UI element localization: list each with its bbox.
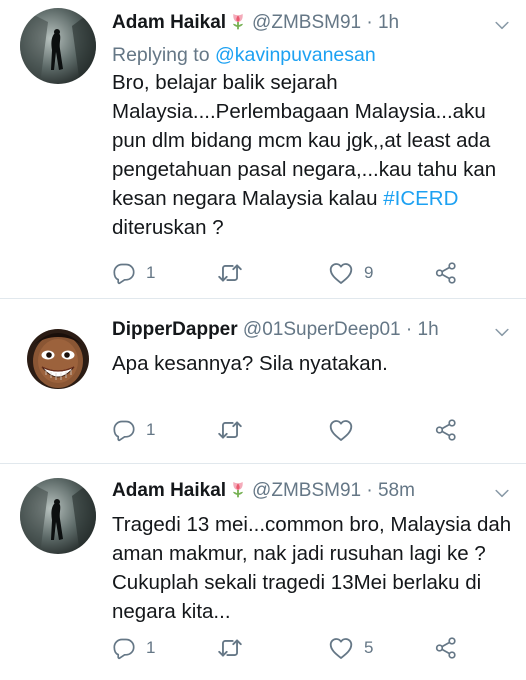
chevron-down-icon[interactable] — [492, 322, 512, 342]
timestamp[interactable]: 58m — [378, 480, 415, 501]
reply-icon — [112, 261, 136, 285]
retweet-button[interactable] — [217, 633, 253, 663]
reply-icon — [112, 418, 136, 442]
retweet-icon — [217, 260, 243, 286]
share-icon — [434, 418, 458, 442]
like-count: 5 — [364, 638, 374, 657]
user-handle[interactable]: @ZMBSM91 — [252, 480, 361, 501]
tweet-text-tail: diteruskan ? — [112, 216, 224, 239]
reply-button[interactable]: 1 — [112, 633, 155, 663]
share-icon — [434, 636, 458, 660]
share-icon — [434, 261, 458, 285]
display-name[interactable]: DipperDapper — [112, 319, 238, 340]
separator-dot: · — [366, 480, 373, 501]
heart-icon — [328, 635, 354, 661]
tweet-header: DipperDapper @01SuperDeep01 · 1h — [112, 318, 512, 348]
like-button[interactable]: 5 — [328, 633, 373, 663]
reply-count: 1 — [146, 263, 156, 282]
display-name[interactable]: Adam Haikal — [112, 12, 226, 33]
reply-button[interactable]: 1 — [112, 415, 155, 445]
tweet-3[interactable]: Adam Haikal @ZMBSM91 · 58m Tragedi 13 mei… — [0, 464, 526, 680]
like-button[interactable]: 9 — [328, 258, 373, 288]
display-name[interactable]: Adam Haikal — [112, 480, 226, 501]
timestamp[interactable]: 1h — [418, 319, 439, 340]
hashtag-link[interactable]: #ICERD — [383, 187, 458, 210]
tweet-header: Adam Haikal @ZMBSM91 · 58m — [112, 479, 512, 509]
retweet-icon — [217, 635, 243, 661]
heart-icon — [328, 260, 354, 286]
reply-count: 1 — [146, 420, 156, 439]
like-count: 9 — [364, 263, 374, 282]
tweet-actions: 1 5 — [112, 633, 512, 663]
replying-to-label: Replying to — [112, 44, 210, 66]
retweet-button[interactable] — [217, 258, 253, 288]
share-button[interactable] — [434, 633, 458, 663]
reply-button[interactable]: 1 — [112, 258, 155, 288]
user-handle[interactable]: @01SuperDeep01 — [243, 319, 401, 340]
heart-icon — [328, 417, 354, 443]
reply-icon — [112, 636, 136, 660]
tweet-header: Adam Haikal @ZMBSM91 · 1h — [112, 11, 512, 41]
retweet-button[interactable] — [217, 415, 253, 445]
tweet-2[interactable]: DipperDapper @01SuperDeep01 · 1h Apa kes… — [0, 299, 526, 463]
separator-dot: · — [366, 12, 373, 33]
tweet-text: Tragedi 13 mei...common bro, Malaysia da… — [112, 513, 512, 623]
mention-link[interactable]: @kavinpuvanesan — [215, 44, 376, 66]
reply-count: 1 — [146, 638, 156, 657]
tweet-actions: 1 9 — [112, 258, 512, 288]
avatar[interactable] — [20, 8, 96, 84]
chevron-down-icon[interactable] — [492, 15, 512, 35]
retweet-icon — [217, 417, 243, 443]
like-button[interactable] — [328, 415, 364, 445]
avatar[interactable] — [20, 315, 96, 391]
share-button[interactable] — [434, 415, 458, 445]
tweet-1[interactable]: Adam Haikal @ZMBSM91 · 1h Replying to @ka… — [0, 0, 526, 298]
avatar[interactable] — [20, 478, 96, 554]
tweet-actions: 1 — [112, 415, 512, 445]
tweet-text: Apa kesannya? Sila nyatakan. — [112, 352, 388, 375]
tulip-icon — [228, 479, 248, 499]
share-button[interactable] — [434, 258, 458, 288]
tulip-icon — [228, 11, 248, 31]
tweet-text: Bro, belajar balik sejarah Malaysia....P… — [112, 68, 512, 242]
user-handle[interactable]: @ZMBSM91 — [252, 12, 361, 33]
separator-dot: · — [405, 319, 413, 340]
timestamp[interactable]: 1h — [378, 12, 399, 33]
replying-to: Replying to @kavinpuvanesan — [112, 43, 512, 67]
chevron-down-icon[interactable] — [492, 483, 512, 503]
